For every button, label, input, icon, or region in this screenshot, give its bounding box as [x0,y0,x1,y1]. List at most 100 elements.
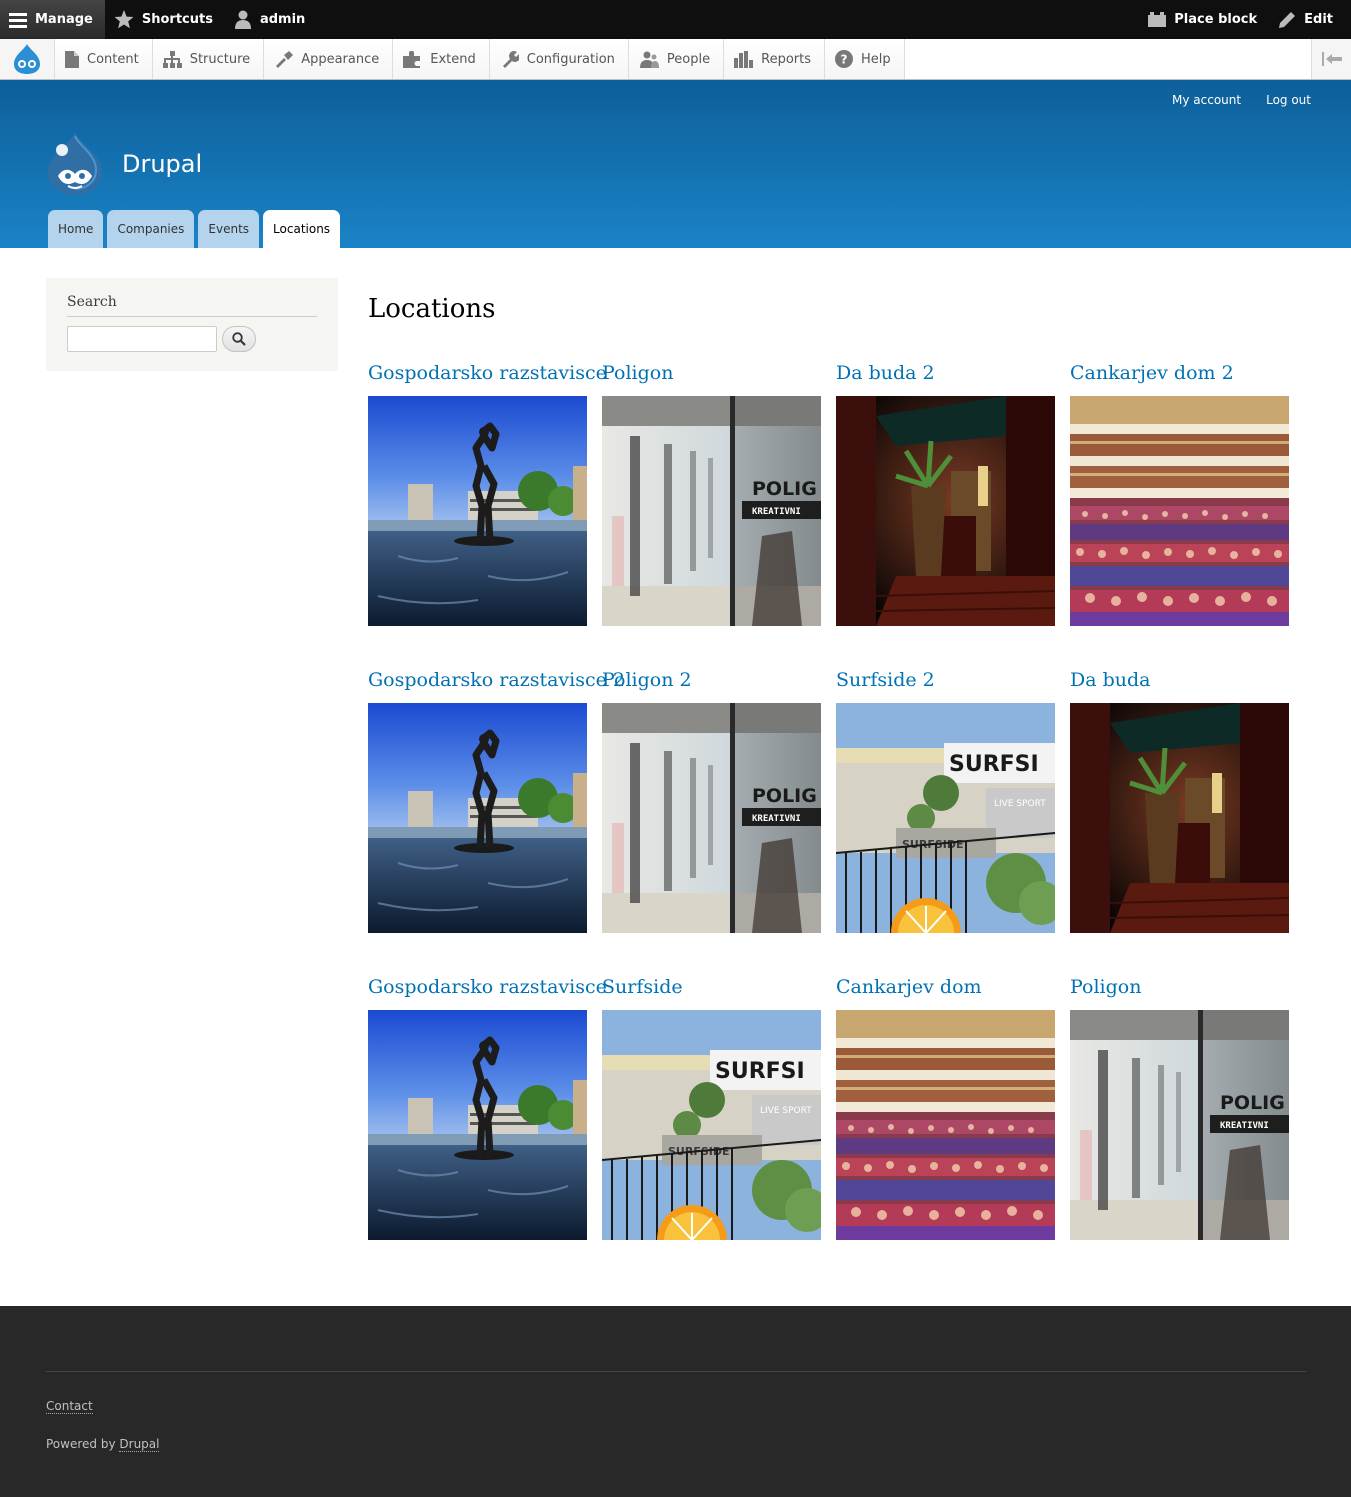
location-image[interactable] [1070,396,1289,626]
tray-item-appearance[interactable]: Appearance [264,39,394,79]
location-title-link[interactable]: Cankarjev dom 2 [1070,355,1289,396]
location-title-link[interactable]: Gospodarsko razstavisce [368,355,607,396]
admin-toolbar: Manage Shortcuts admin Place block Edit [0,0,1351,39]
location-title-link[interactable]: Surfside [602,969,821,1010]
drupal-drop-icon [14,44,40,74]
puzzle-icon [403,50,421,68]
location-image[interactable] [368,396,587,626]
location-image[interactable]: SURFSI LIVE SPORT SURFSIDE [836,703,1055,933]
location-title-link[interactable]: Surfside 2 [836,662,1055,703]
tray-item-label: Content [87,51,139,67]
page-title: Locations [368,294,496,324]
svg-text:LIVE SPORT: LIVE SPORT [994,799,1046,809]
my-account-link[interactable]: My account [1172,93,1241,107]
location-title-link[interactable]: Da buda [1070,662,1289,703]
location-image[interactable]: POLIG KREATIVNI [602,396,821,626]
tray-item-label: Configuration [526,51,615,67]
search-form [67,326,317,352]
location-card: Poligon POLIG KREATIVNI [602,355,821,626]
tab-locations[interactable]: Locations [263,210,341,248]
tray-item-content[interactable]: Content [55,39,153,79]
powered-by-drupal-link[interactable]: Drupal [119,1437,160,1452]
manage-label: Manage [35,12,93,27]
search-block-title: Search [67,294,317,317]
location-image[interactable] [836,1010,1055,1240]
edit-label: Edit [1304,12,1333,27]
location-title-link[interactable]: Gospodarsko razstavisce [368,969,607,1010]
drupal-home-button[interactable] [0,39,55,79]
svg-text:?: ? [841,53,848,67]
svg-text:POLIG: POLIG [752,785,817,807]
location-card: Da buda 2 [836,355,1055,626]
user-button[interactable]: admin [225,0,317,39]
location-image[interactable]: SURFSI LIVE SPORT SURFSIDE [602,1010,821,1240]
tray-item-label: Reports [761,51,811,67]
svg-text:LIVE SPORT: LIVE SPORT [760,1106,812,1116]
svg-text:KREATIVNI: KREATIVNI [1220,1121,1269,1131]
shortcuts-button[interactable]: Shortcuts [105,0,225,39]
search-input[interactable] [67,326,217,352]
log-out-link[interactable]: Log out [1266,93,1311,107]
hamburger-icon [9,12,27,28]
tab-home[interactable]: Home [48,210,104,248]
toolbar-orientation-toggle[interactable] [1311,39,1351,79]
tray-item-label: Appearance [301,51,380,67]
place-block-label: Place block [1174,12,1258,27]
location-image[interactable] [1070,703,1289,933]
search-button[interactable] [222,326,256,352]
location-title-link[interactable]: Cankarjev dom [836,969,1055,1010]
tray-item-label: People [666,51,711,67]
wrench-icon [502,51,519,68]
location-card: Gospodarsko razstavisce [368,355,607,626]
footer-divider [46,1371,1306,1372]
location-title-link[interactable]: Poligon [1070,969,1289,1010]
file-icon [65,50,79,68]
tray-item-reports[interactable]: Reports [724,39,825,79]
tray-item-people[interactable]: People [628,39,725,79]
tray-item-label: Extend [430,51,476,67]
tray-item-structure[interactable]: Structure [152,39,265,79]
powered-by-text: Powered by [46,1437,116,1451]
location-image[interactable] [368,1010,587,1240]
drupal-logo[interactable] [46,132,104,195]
edit-button[interactable]: Edit [1269,0,1345,39]
manage-button[interactable]: Manage [0,0,105,39]
location-card: Poligon 2 POLIG KREATIVNI [602,662,821,933]
site-branding: Drupal [46,132,202,195]
location-title-link[interactable]: Da buda 2 [836,355,1055,396]
search-icon [232,332,246,346]
contact-link[interactable]: Contact [46,1399,93,1414]
tab-companies[interactable]: Companies [107,210,195,248]
location-image[interactable] [368,703,587,933]
svg-text:POLIG: POLIG [752,478,817,500]
location-card: Da buda [1070,662,1289,933]
svg-text:SURFSI: SURFSI [949,752,1039,777]
star-icon [114,10,134,29]
location-image[interactable]: POLIG KREATIVNI [1070,1010,1289,1240]
tray-item-configuration[interactable]: Configuration [489,39,629,79]
site-header: My account Log out Drupal Home Companies… [0,80,1351,248]
shortcuts-label: Shortcuts [141,12,213,27]
locations-grid: Gospodarsko razstavisce Poligon POLIG KR… [368,355,1308,1240]
location-card: Gospodarsko razstavisce 2 [368,662,625,933]
tab-events[interactable]: Events [198,210,260,248]
location-image[interactable]: POLIG KREATIVNI [602,703,821,933]
location-title-link[interactable]: Gospodarsko razstavisce 2 [368,662,625,703]
place-block-button[interactable]: Place block [1139,0,1269,39]
location-card: Gospodarsko razstavisce [368,969,607,1240]
tray-item-extend[interactable]: Extend [393,39,490,79]
location-image[interactable] [836,396,1055,626]
tray-item-help[interactable]: ? Help [825,39,905,79]
location-card: Surfside SURFSI LIVE SPORT SURFSIDE [602,969,821,1240]
location-card: Cankarjev dom 2 [1070,355,1289,626]
paintbrush-icon [276,50,294,68]
collapse-left-icon [1321,52,1342,66]
location-title-link[interactable]: Poligon 2 [602,662,821,703]
svg-text:POLIG: POLIG [1220,1092,1285,1114]
site-name[interactable]: Drupal [122,150,202,178]
location-title-link[interactable]: Poligon [602,355,821,396]
admin-tray: Content Structure Appearance Extend Conf… [0,39,1351,80]
location-card: Surfside 2 SURFSI LIVE SPORT SURFSIDE [836,662,1055,933]
pencil-icon [1279,11,1296,28]
powered-by: Powered by Drupal [46,1437,160,1452]
